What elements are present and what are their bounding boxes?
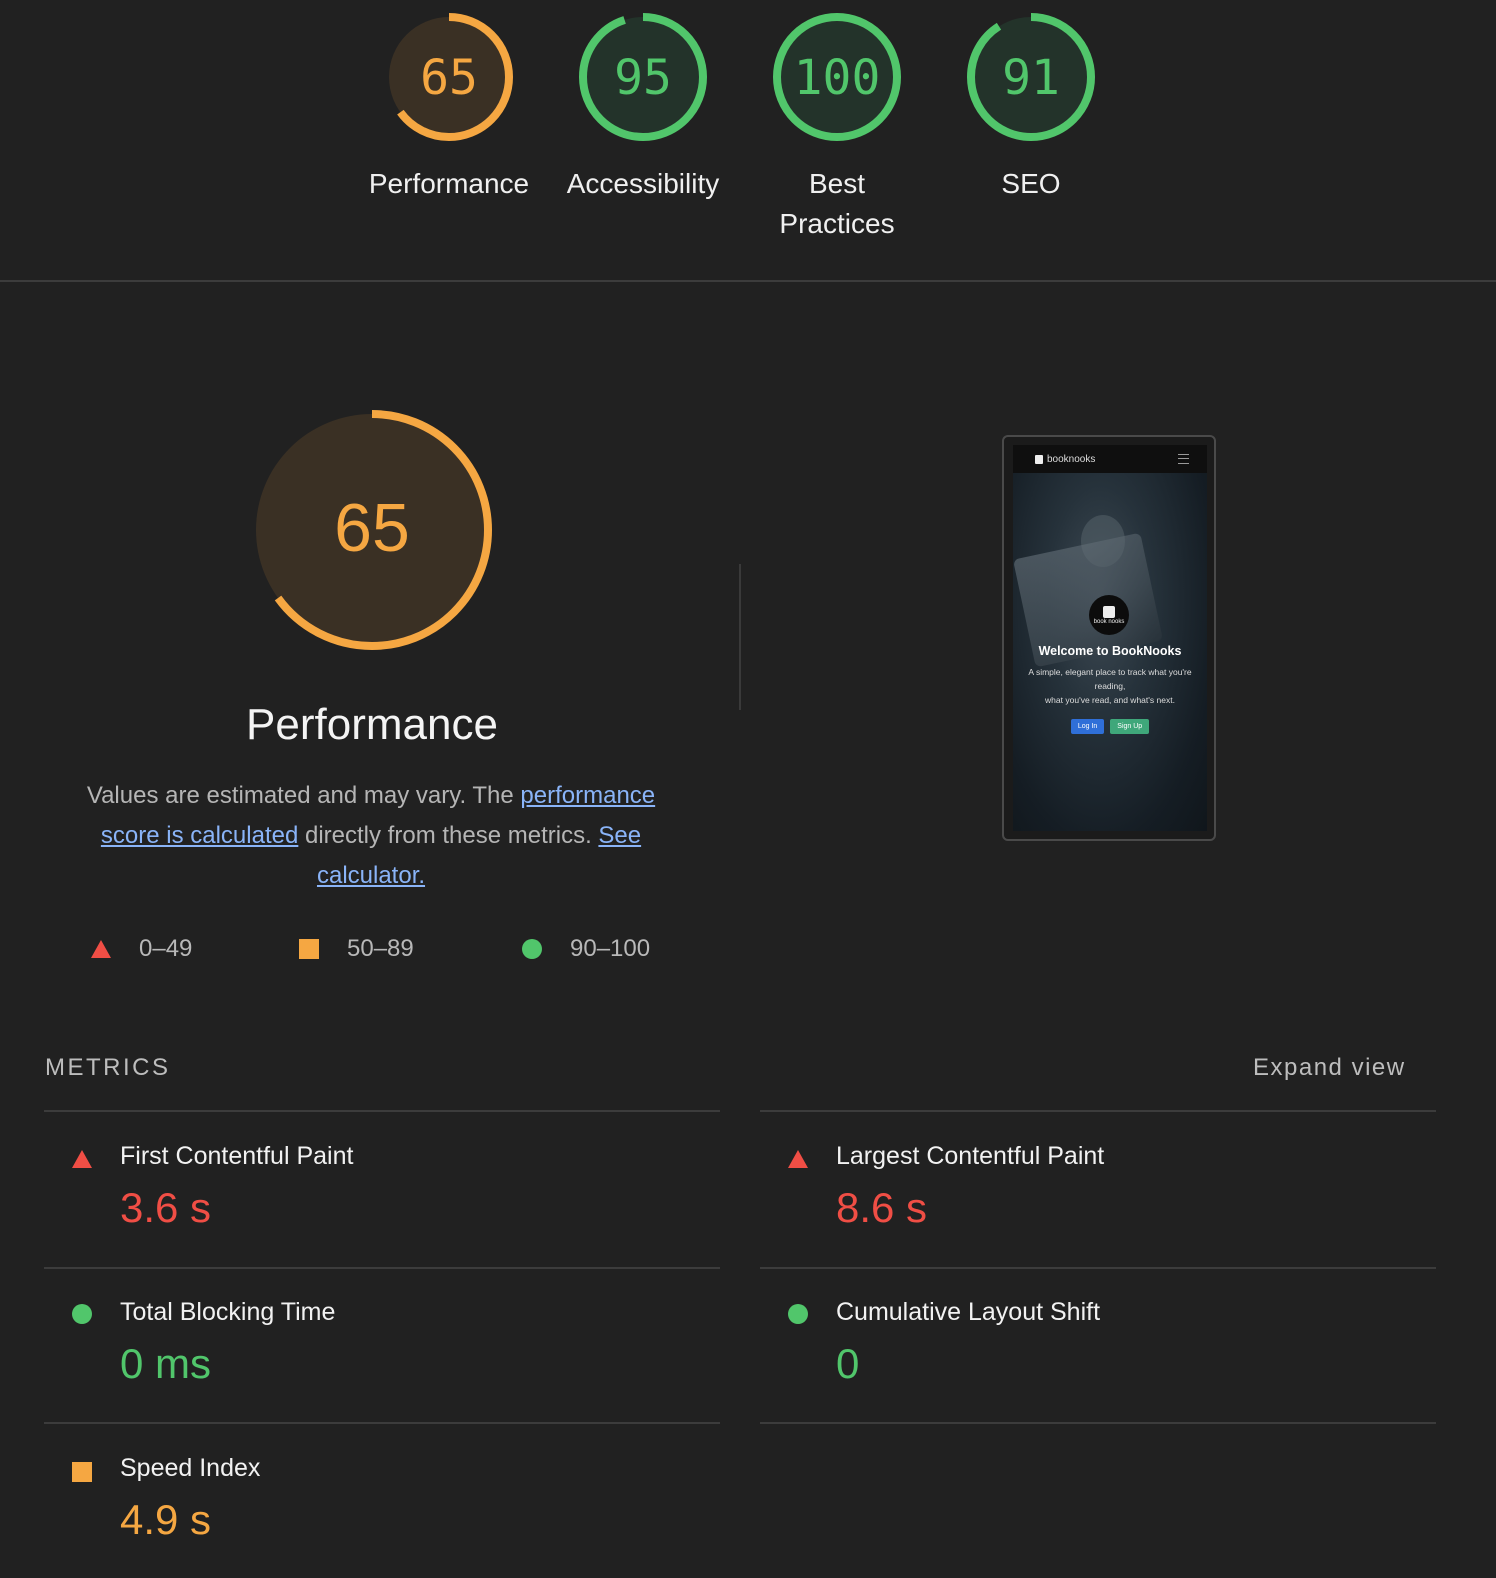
gauge-performance[interactable]: 65 Performance <box>349 10 549 204</box>
pass-circle-icon <box>72 1304 92 1324</box>
site-navbar: booknooks <box>1013 445 1207 473</box>
metric-value: 4.9 s <box>120 1496 212 1543</box>
average-square-icon <box>299 939 319 959</box>
seo-gauge-ring: 91 <box>967 13 1095 141</box>
site-buttons: Log In Sign Up <box>1013 719 1207 734</box>
metric-speed-index: Speed Index 4.9 s <box>44 1424 720 1578</box>
metric-label: First Contentful Paint <box>120 1142 354 1170</box>
metric-value: 0 <box>836 1340 860 1387</box>
gauge-label: Best Practices <box>779 168 895 239</box>
gauge-score: 65 <box>420 50 478 106</box>
brand-text: booknooks <box>1047 453 1096 465</box>
metrics-divider <box>760 1422 1436 1424</box>
accessibility-gauge-ring: 95 <box>579 13 707 141</box>
fail-triangle-icon <box>788 1150 808 1168</box>
gauge-score: 95 <box>614 50 672 106</box>
site-subtext-line: A simple, elegant place to track what yo… <box>1028 667 1192 691</box>
gauge-best-practices[interactable]: 100 Best Practices <box>737 10 937 244</box>
logo-text: book nooks <box>1093 618 1125 625</box>
desc-text: directly from these metrics. <box>298 822 599 849</box>
category-gauges: 65 Performance 95 Accessibility 100 Best… <box>0 0 1496 280</box>
gauge-label: SEO <box>1001 168 1061 199</box>
book-icon <box>1103 605 1115 618</box>
expand-view-toggle[interactable]: Expand view <box>1253 1054 1406 1082</box>
vertical-divider <box>739 564 741 710</box>
final-screenshot[interactable]: booknooks book nooks Welcome to BookNook… <box>1002 435 1216 841</box>
site-heading: Welcome to BookNooks <box>1038 644 1182 658</box>
metric-label: Cumulative Layout Shift <box>836 1298 1101 1326</box>
site-subtext: A simple, elegant place to track what yo… <box>1023 665 1197 707</box>
pass-circle-icon <box>788 1304 808 1324</box>
menu-icon <box>1178 454 1189 464</box>
performance-score: 65 <box>334 490 410 566</box>
metric-fcp: First Contentful Paint 3.6 s <box>44 1112 720 1266</box>
metric-label: Largest Contentful Paint <box>836 1142 1105 1170</box>
metrics-heading: METRICS <box>45 1054 171 1081</box>
gauge-accessibility[interactable]: 95 Accessibility <box>543 10 743 204</box>
legend-pass: 90–100 <box>522 932 650 966</box>
performance-description: Values are estimated and may vary. The p… <box>60 776 682 896</box>
performance-title: Performance <box>246 700 498 749</box>
book-icon <box>1035 454 1043 464</box>
legend-range: 50–89 <box>347 935 414 962</box>
screenshot-viewport: booknooks book nooks Welcome to BookNook… <box>1013 445 1207 831</box>
site-logo: book nooks <box>1089 595 1129 635</box>
fail-triangle-icon <box>91 940 111 958</box>
site-login-button: Log In <box>1070 719 1105 734</box>
desc-text: Values are estimated and may vary. The <box>86 782 521 809</box>
metric-label: Speed Index <box>120 1454 261 1482</box>
site-signup-button: Sign Up <box>1110 719 1150 734</box>
legend-fail: 0–49 <box>91 932 192 966</box>
legend-range: 0–49 <box>139 935 193 962</box>
gauge-label: Accessibility <box>566 168 720 199</box>
legend-average: 50–89 <box>299 932 414 966</box>
average-square-icon <box>72 1462 92 1482</box>
legend-range: 90–100 <box>570 935 651 962</box>
score-legend: 0–49 50–89 90–100 <box>0 932 740 966</box>
metric-tbt: Total Blocking Time 0 ms <box>44 1268 720 1422</box>
gauge-score: 100 <box>794 50 881 106</box>
metric-value: 3.6 s <box>120 1184 212 1231</box>
metric-cls: Cumulative Layout Shift 0 <box>760 1268 1436 1422</box>
gauge-score: 91 <box>1002 50 1060 106</box>
performance-gauge-ring: 65 <box>385 13 513 141</box>
performance-score-gauge: 65 <box>252 410 492 650</box>
pass-circle-icon <box>522 939 542 959</box>
metric-lcp: Largest Contentful Paint 8.6 s <box>760 1112 1436 1266</box>
metric-value: 0 ms <box>120 1340 212 1387</box>
fail-triangle-icon <box>72 1150 92 1168</box>
gauge-label: Performance <box>368 168 530 199</box>
metric-value: 8.6 s <box>836 1184 928 1231</box>
section-divider <box>0 280 1496 282</box>
metric-label: Total Blocking Time <box>120 1298 336 1326</box>
best-practices-gauge-ring: 100 <box>773 13 901 141</box>
site-brand: booknooks <box>1035 454 1095 465</box>
gauge-seo[interactable]: 91 SEO <box>931 10 1131 204</box>
site-subtext-line: what you've read, and what's next. <box>1045 695 1175 705</box>
